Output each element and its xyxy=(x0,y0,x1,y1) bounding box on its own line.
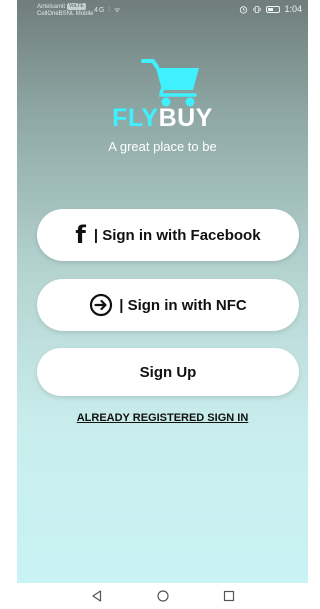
arrow-circle-right-icon xyxy=(89,293,113,317)
nfc-signin-button[interactable]: | Sign in with NFC xyxy=(37,279,299,331)
back-icon[interactable] xyxy=(90,589,104,603)
signal-indicators: 4G ⫶ ᯤ xyxy=(94,7,122,14)
home-icon[interactable] xyxy=(156,589,170,603)
facebook-signin-button[interactable]: f | Sign in with Facebook xyxy=(37,209,299,261)
carrier-name-secondary: CellOneBSNL Mobile xyxy=(37,11,94,17)
vibrate-icon xyxy=(253,5,262,13)
facebook-icon: f xyxy=(75,221,86,249)
app-screen: Airtelsamit VoLTE CellOneBSNL Mobile 4G ⫶… xyxy=(17,0,308,609)
carrier-name-primary: Airtelsamit xyxy=(37,4,66,10)
signup-label: Sign Up xyxy=(139,363,197,381)
battery-icon xyxy=(266,5,281,13)
logo-fly: FLY xyxy=(112,104,159,132)
recents-icon[interactable] xyxy=(222,589,236,603)
facebook-signin-label: | Sign in with Facebook xyxy=(93,226,261,244)
tagline: A great place to be xyxy=(108,139,217,154)
system-navigation-bar xyxy=(17,583,308,609)
already-registered-signin-link[interactable]: ALREADY REGISTERED SIGN IN xyxy=(17,412,308,424)
app-logo-text: FLYBUY xyxy=(17,104,308,133)
logo-buy: BUY xyxy=(158,104,213,132)
nfc-signin-label: | Sign in with NFC xyxy=(119,296,247,314)
volte-badge: VoLTE xyxy=(67,3,86,10)
carrier-info: Airtelsamit VoLTE CellOneBSNL Mobile xyxy=(37,3,93,18)
status-bar: Airtelsamit VoLTE CellOneBSNL Mobile 4G ⫶… xyxy=(17,0,308,24)
status-right: 1:04 xyxy=(239,4,302,14)
shopping-cart-icon xyxy=(141,59,199,107)
alarm-icon xyxy=(240,5,248,14)
status-time: 1:04 xyxy=(284,4,302,14)
signup-button[interactable]: Sign Up xyxy=(37,348,299,396)
